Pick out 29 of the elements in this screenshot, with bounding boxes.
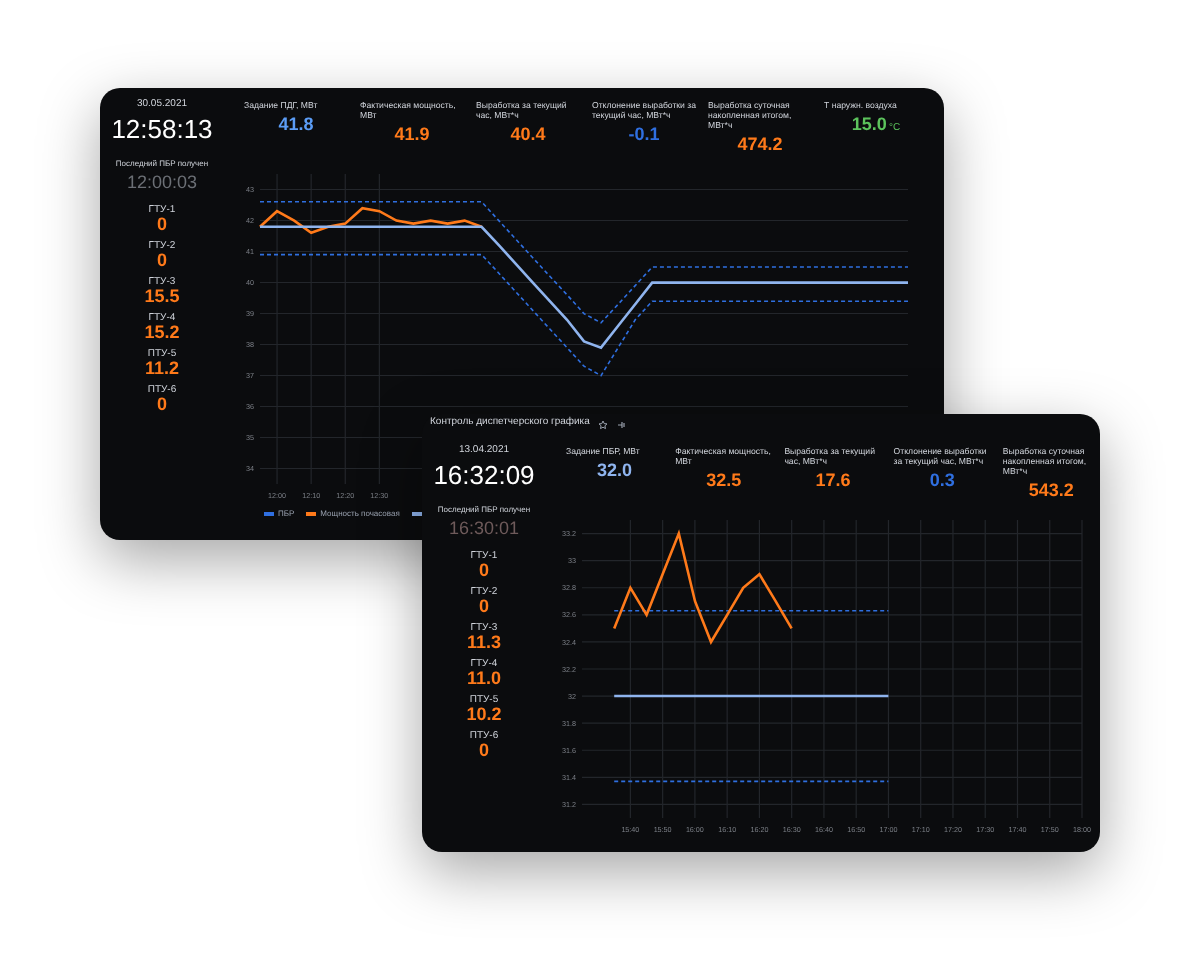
metric-value: 32.0 (597, 458, 633, 484)
metric-value: 17.6 (815, 468, 851, 494)
clock-time: 12:58:13 (111, 113, 213, 146)
unit-value: 11.0 (466, 670, 502, 689)
metric-value: 474.2 (737, 132, 783, 158)
star-icon (597, 419, 608, 429)
unit-value: 0 (478, 598, 489, 617)
unit-value: 0 (156, 396, 167, 415)
unit-value: 0 (156, 216, 167, 235)
unit-value: 10.2 (466, 706, 502, 725)
unit-value: 11.3 (466, 634, 502, 653)
unit-value: 15.2 (144, 324, 180, 343)
unit-value: 15.5 (144, 288, 180, 307)
metric-value: 0.3 (929, 468, 955, 494)
last-pbr-time: 12:00:03 (126, 169, 198, 196)
metric-value: 32.5 (706, 468, 742, 494)
share-icon (615, 419, 626, 429)
unit-value: 0 (156, 252, 167, 271)
unit-value: 11.2 (144, 360, 180, 379)
metric-value: -0.1 (628, 122, 660, 148)
last-pbr-time: 16:30:01 (448, 515, 520, 542)
metric-value: 543.2 (1028, 478, 1074, 504)
metric-value: 41.9 (394, 122, 430, 148)
metric-value: 15.0 (851, 112, 887, 138)
metric-value: 40.4 (510, 122, 546, 148)
unit-value: 0 (478, 742, 489, 761)
unit-value: 0 (478, 562, 489, 581)
clock-time: 16:32:09 (433, 459, 535, 492)
metric-value: 41.8 (278, 112, 314, 138)
